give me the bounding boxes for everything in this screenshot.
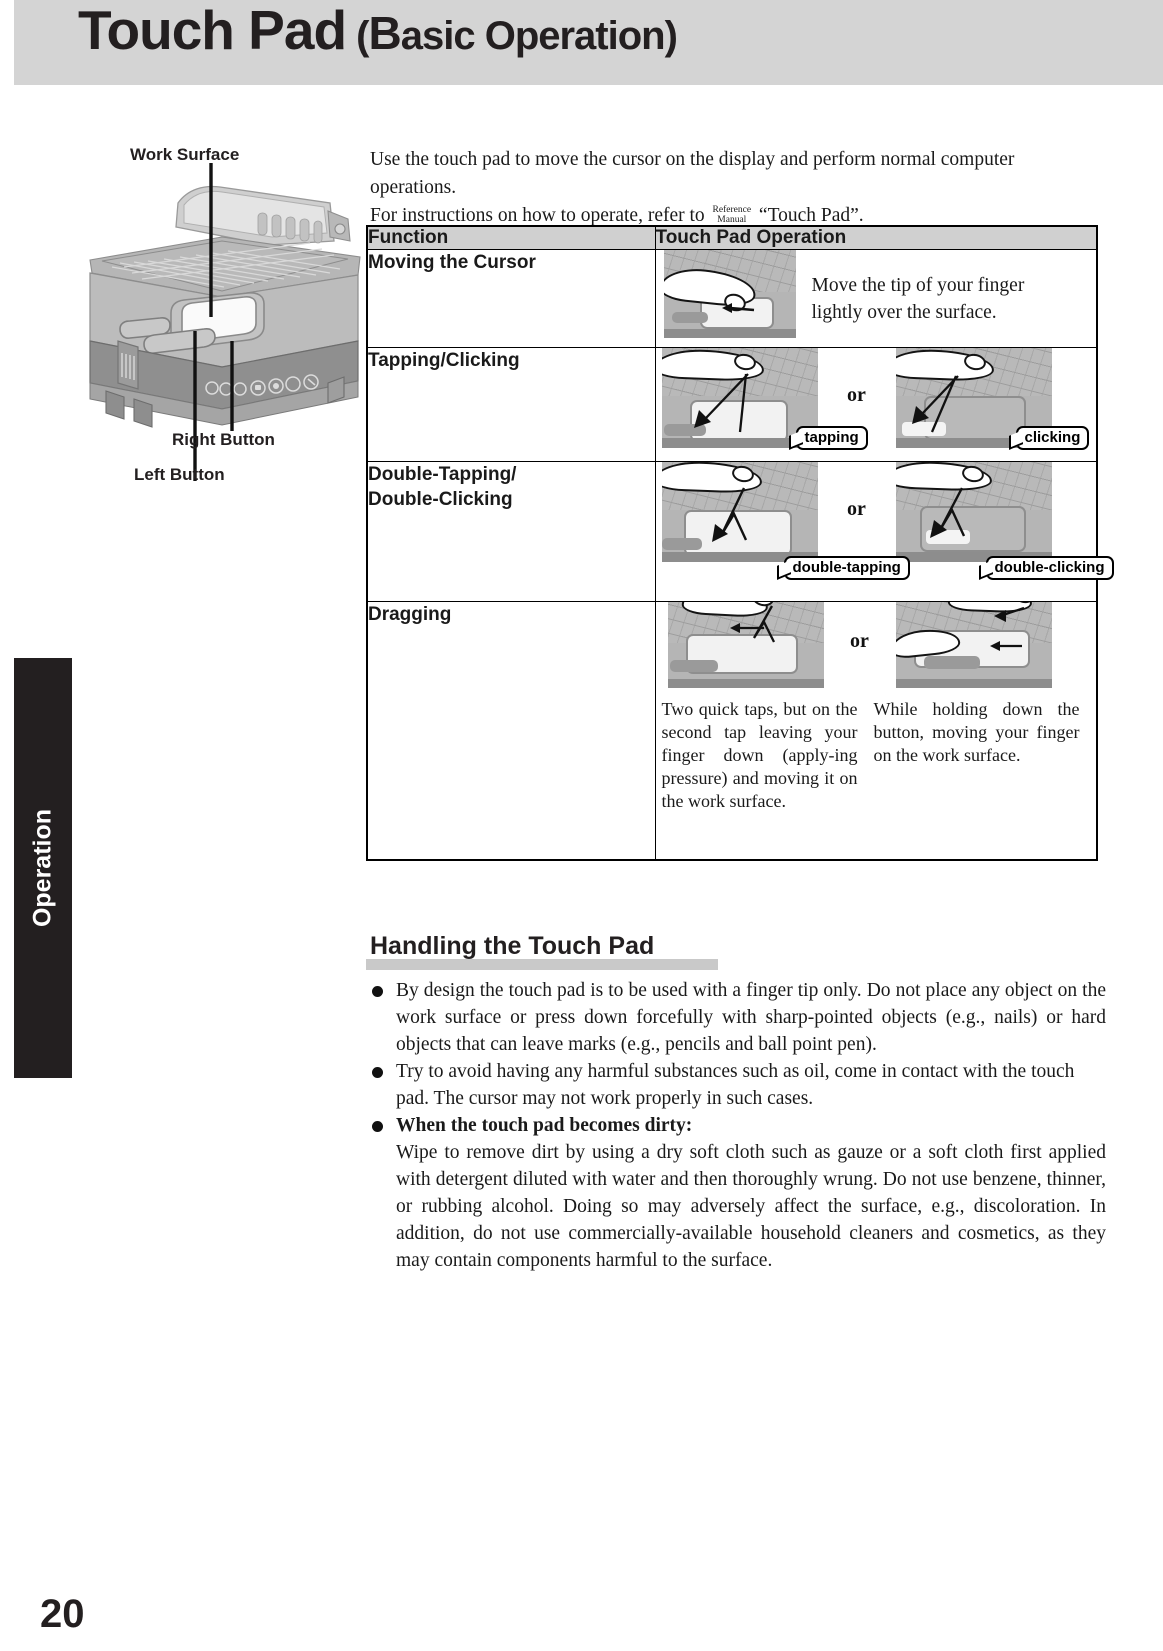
list-item: Try to avoid having any harmful substanc… bbox=[368, 1058, 1106, 1112]
bullet-dot-icon bbox=[372, 1121, 383, 1132]
reference-manual-icon-line2: Manual bbox=[717, 215, 747, 225]
row-label-line-1: Double-Tapping/ bbox=[368, 464, 517, 485]
intro-line-2-lead: For instructions on how to operate, refe… bbox=[370, 205, 705, 226]
list-item-text: Try to avoid having any harmful substanc… bbox=[396, 1061, 1075, 1109]
row-content-tapping-clicking: or tapping clicking bbox=[654, 347, 1098, 462]
dragging-or-label: or bbox=[850, 630, 869, 652]
column-header-function: Function bbox=[366, 225, 656, 250]
illustration-label-work-surface: Work Surface bbox=[130, 145, 240, 164]
row-label-line-2: Double-Clicking bbox=[368, 489, 513, 510]
section-heading-handling: Handling the Touch Pad bbox=[370, 932, 655, 960]
page-title-cap: B bbox=[368, 7, 402, 59]
dragging-description-right: While holding down the button, moving yo… bbox=[873, 699, 1080, 765]
list-item-text: By design the touch pad is to be used wi… bbox=[396, 980, 1106, 1055]
intro-line-1: Use the touch pad to move the cursor on … bbox=[370, 149, 1015, 198]
page-title: Touch Pad (Basic Operation) bbox=[78, 0, 678, 62]
section-tab-operation: Operation bbox=[14, 658, 72, 1078]
illustration-label-left-button: Left Button bbox=[134, 465, 225, 484]
column-header-operation: Touch Pad Operation bbox=[654, 225, 1098, 250]
row-label-tapping-clicking: Tapping/Clicking bbox=[366, 347, 656, 462]
section-tab-label: Operation bbox=[28, 808, 57, 928]
thumb-motion-arrow bbox=[721, 303, 754, 313]
thumb-drag-arrow bbox=[729, 605, 775, 643]
thumb-drag-tap bbox=[667, 602, 824, 688]
table-row: Moving the Cursor Move the tip of your f… bbox=[366, 249, 1098, 348]
intro-line-2-tail: “Touch Pad”. bbox=[758, 205, 864, 226]
thumb-double-tap-arrow bbox=[711, 487, 747, 542]
callout-tapping: tapping bbox=[795, 426, 868, 450]
page-title-paren-open: ( bbox=[356, 14, 369, 58]
row-content-double-tapping-clicking: or double-tapping double-clicking bbox=[654, 461, 1114, 602]
row-content-moving-the-cursor: Move the tip of your finger lightly over… bbox=[654, 249, 1098, 348]
thumb-double-click-arrow bbox=[929, 487, 965, 538]
handling-bullet-list: By design the touch pad is to be used wi… bbox=[368, 977, 1106, 1274]
row-content-dragging: or Two quick taps, but on the second tap… bbox=[654, 601, 1098, 860]
thumb-moving-the-cursor bbox=[663, 250, 796, 338]
thumb-double-clicking bbox=[895, 462, 1052, 562]
table-row: Dragging or Two quick taps, but on the s… bbox=[366, 601, 1098, 860]
reference-manual-icon: Reference Manual bbox=[713, 205, 752, 225]
callout-clicking: clicking bbox=[1015, 426, 1090, 450]
callout-double-tapping: double-tapping bbox=[783, 556, 910, 580]
illustration-label-right-button: Right Button bbox=[172, 430, 275, 449]
page-title-main: Touch Pad bbox=[78, 0, 347, 61]
row-label-moving-the-cursor: Moving the Cursor bbox=[366, 249, 656, 348]
table-row: Double-Tapping/ Double-Clicking or doubl… bbox=[366, 461, 1114, 602]
thumb-drag-button bbox=[895, 602, 1052, 688]
row-label-dragging: Dragging bbox=[366, 601, 656, 860]
list-item-bold-lead: When the touch pad becomes dirty: bbox=[396, 1115, 693, 1136]
table-header-row: Function Touch Pad Operation bbox=[366, 225, 1098, 250]
list-item: By design the touch pad is to be used wi… bbox=[368, 977, 1106, 1058]
intro-paragraph: Use the touch pad to move the cursor on … bbox=[370, 146, 1105, 230]
bullet-dot-icon bbox=[372, 986, 383, 997]
dragging-description-left: Two quick taps, but on the second tap le… bbox=[661, 699, 858, 811]
page-number: 20 bbox=[40, 1592, 85, 1636]
table-row: Tapping/Clicking or tapping clicking bbox=[366, 347, 1098, 462]
moving-cursor-description: Move the tip of your finger lightly over… bbox=[811, 275, 1025, 323]
thumb-drag-move-arrow bbox=[989, 606, 1024, 651]
list-item-text: Wipe to remove dirt by using a dry soft … bbox=[396, 1142, 1106, 1271]
page-title-paren-close: ) bbox=[664, 14, 678, 58]
thumb-double-tapping bbox=[661, 462, 818, 562]
bullet-dot-icon bbox=[372, 1067, 383, 1078]
row-label-double-tapping-clicking: Double-Tapping/ Double-Clicking bbox=[366, 461, 656, 602]
laptop-touchpad-illustration: Work Surface Right Button Left Button bbox=[72, 145, 362, 490]
tapping-or-label: or bbox=[847, 384, 866, 406]
page-title-rest: asic Operation bbox=[400, 14, 666, 58]
double-tapping-or-label: or bbox=[847, 498, 866, 520]
touch-pad-operations-table: Function Touch Pad Operation Moving the … bbox=[366, 225, 1114, 861]
callout-double-clicking: double-clicking bbox=[985, 556, 1114, 580]
reference-manual-icon-line1: Reference bbox=[712, 205, 752, 215]
list-item: When the touch pad becomes dirty: Wipe t… bbox=[368, 1112, 1106, 1274]
